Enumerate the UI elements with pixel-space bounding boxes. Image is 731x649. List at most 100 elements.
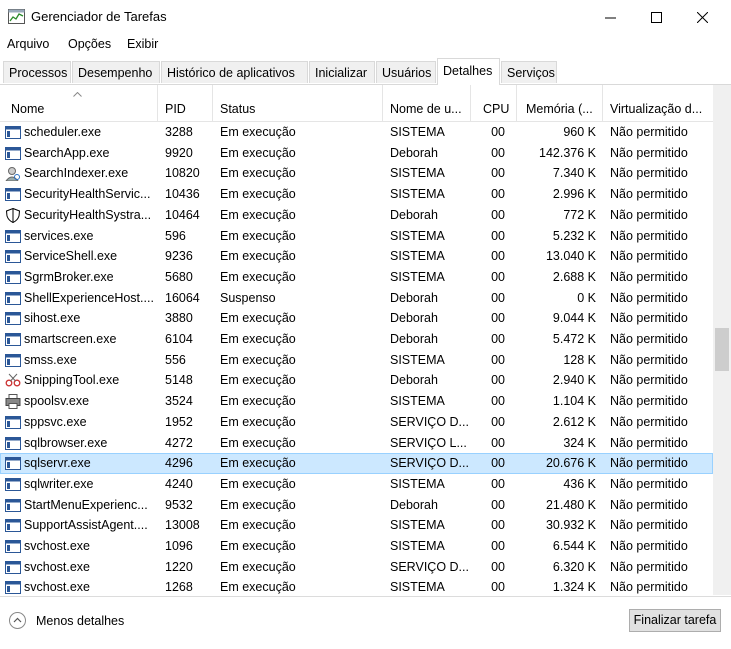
process-name: smss.exe <box>24 352 77 367</box>
process-pid: 1268 <box>165 580 193 595</box>
app-window-icon <box>5 270 21 285</box>
tab-usuarios[interactable]: Usuários <box>376 61 436 83</box>
process-memory: 128 K <box>563 352 596 367</box>
table-row[interactable]: SnippingTool.exe 5148 Em execução Deborah 00… <box>0 370 713 391</box>
table-row[interactable]: ServiceShell.exe 9236 Em execução SISTEMA 00… <box>0 246 713 267</box>
process-memory: 9.044 K <box>552 311 596 326</box>
minimize-button[interactable] <box>587 0 633 34</box>
process-name: scheduler.exe <box>24 125 102 139</box>
process-memory: 6.320 K <box>552 559 596 574</box>
process-name: SupportAssistAgent.... <box>24 518 148 533</box>
table-row[interactable]: smss.exe 556 Em execução SISTEMA 00 128 K Não … <box>0 350 713 371</box>
tab-servicos[interactable]: Serviços <box>501 61 557 83</box>
column-header-cpu[interactable]: CPU <box>471 85 517 121</box>
process-name: SecurityHealthServic... <box>24 187 151 202</box>
table-row[interactable]: SearchIndexer.exe 10820 Em execução SISTEMA… <box>0 163 713 184</box>
process-cpu: 00 <box>491 290 505 305</box>
process-virtualization: Não permitido <box>610 497 688 512</box>
process-memory: 2.996 K <box>552 187 596 202</box>
process-name: services.exe <box>24 228 94 243</box>
process-virtualization: Não permitido <box>610 290 688 305</box>
process-memory: 5.472 K <box>552 332 596 346</box>
table-header: Nome PID Status Nome de u... CPU Memória… <box>0 85 713 122</box>
table-row[interactable]: smartscreen.exe 6104 Em execução Deborah 00 5… <box>0 329 713 350</box>
table-row[interactable]: SecurityHealthSystra... 10464 Em execução D… <box>0 205 713 226</box>
vertical-scrollbar[interactable] <box>713 85 731 595</box>
process-virtualization: Não permitido <box>610 518 688 533</box>
process-status: Em execução <box>220 518 296 533</box>
process-pid: 4240 <box>165 476 193 491</box>
table-row[interactable]: SearchApp.exe 9920 Em execução Deborah 00 142… <box>0 143 713 164</box>
process-status: Em execução <box>220 269 296 284</box>
process-name: svchost.exe <box>24 580 91 595</box>
tab-bar: Processos Desempenho Histórico de aplica… <box>0 58 731 85</box>
table-row[interactable]: sqlservr.exe 4296 Em execução SERVIÇO D... 0… <box>0 453 713 474</box>
process-name: smartscreen.exe <box>24 332 117 346</box>
process-cpu: 00 <box>491 373 505 388</box>
menu-arquivo[interactable]: Arquivo <box>7 37 49 51</box>
tab-processos[interactable]: Processos <box>3 61 71 83</box>
column-header-memory[interactable]: Memória (... <box>517 85 603 121</box>
process-pid: 10464 <box>165 207 200 222</box>
column-header-status[interactable]: Status <box>213 85 383 121</box>
process-user: SISTEMA <box>390 539 445 553</box>
process-pid: 9532 <box>165 497 193 512</box>
table-row[interactable]: SupportAssistAgent.... 13008 Em execução SI… <box>0 515 713 536</box>
less-details-link[interactable]: Menos detalhes <box>36 614 124 628</box>
maximize-button[interactable] <box>633 0 679 34</box>
process-status: Em execução <box>220 187 296 202</box>
app-window-icon <box>5 332 21 347</box>
column-header-name[interactable]: Nome <box>0 85 158 121</box>
menu-exibir[interactable]: Exibir <box>127 37 158 51</box>
end-task-button[interactable]: Finalizar tarefa <box>629 609 721 632</box>
process-status: Em execução <box>220 580 296 595</box>
process-virtualization: Não permitido <box>610 539 688 553</box>
table-row[interactable]: svchost.exe 1268 Em execução SISTEMA 00 1.324… <box>0 577 713 595</box>
process-virtualization: Não permitido <box>610 456 688 471</box>
table-row[interactable]: sqlbrowser.exe 4272 Em execução SERVIÇO L..… <box>0 433 713 454</box>
table-row[interactable]: svchost.exe 1220 Em execução SERVIÇO D... 00… <box>0 557 713 578</box>
process-pid: 3288 <box>165 125 193 139</box>
close-button[interactable] <box>679 0 725 34</box>
process-virtualization: Não permitido <box>610 373 688 388</box>
table-row[interactable]: spoolsv.exe 3524 Em execução SISTEMA 00 1.104… <box>0 391 713 412</box>
tab-inicializar[interactable]: Inicializar <box>309 61 375 83</box>
tab-historico[interactable]: Histórico de aplicativos <box>161 61 308 83</box>
process-name: SearchApp.exe <box>24 145 110 160</box>
process-cpu: 00 <box>491 332 505 346</box>
tab-desempenho[interactable]: Desempenho <box>72 61 160 83</box>
process-memory: 772 K <box>563 207 596 222</box>
process-cpu: 00 <box>491 249 505 264</box>
process-virtualization: Não permitido <box>610 580 688 595</box>
app-window-icon <box>5 560 21 575</box>
process-status: Em execução <box>220 207 296 222</box>
column-header-pid[interactable]: PID <box>158 85 213 121</box>
less-details-toggle[interactable] <box>9 612 26 629</box>
table-row[interactable]: sqlwriter.exe 4240 Em execução SISTEMA 00 436… <box>0 474 713 495</box>
process-virtualization: Não permitido <box>610 476 688 491</box>
table-row[interactable]: SecurityHealthServic... 10436 Em execução S… <box>0 184 713 205</box>
column-header-virtualization[interactable]: Virtualização d... <box>603 85 713 121</box>
process-status: Em execução <box>220 456 296 471</box>
tab-detalhes[interactable]: Detalhes <box>437 58 500 85</box>
process-status: Em execução <box>220 228 296 243</box>
app-window-icon <box>5 456 21 471</box>
scrollbar-thumb[interactable] <box>715 328 729 371</box>
process-pid: 5148 <box>165 373 193 388</box>
table-row[interactable]: ShellExperienceHost.... 16064 Suspenso Debo… <box>0 288 713 309</box>
table-row[interactable]: SgrmBroker.exe 5680 Em execução SISTEMA 00 2.… <box>0 267 713 288</box>
table-row[interactable]: svchost.exe 1096 Em execução SISTEMA 00 6.544… <box>0 536 713 557</box>
process-cpu: 00 <box>491 559 505 574</box>
process-status: Em execução <box>220 352 296 367</box>
table-row[interactable]: scheduler.exe 3288 Em execução SISTEMA 00 960… <box>0 122 713 143</box>
table-row[interactable]: services.exe 596 Em execução SISTEMA 00 5.232… <box>0 226 713 247</box>
table-row[interactable]: sppsvc.exe 1952 Em execução SERVIÇO D... 00 2… <box>0 412 713 433</box>
table-row[interactable]: StartMenuExperienc... 9532 Em execução Debo… <box>0 495 713 516</box>
menu-opcoes[interactable]: Opções <box>68 37 111 51</box>
column-header-user[interactable]: Nome de u... <box>383 85 471 121</box>
process-memory: 0 K <box>577 290 596 305</box>
process-pid: 6104 <box>165 332 193 346</box>
process-memory: 436 K <box>563 476 596 491</box>
process-virtualization: Não permitido <box>610 435 688 450</box>
table-row[interactable]: sihost.exe 3880 Em execução Deborah 00 9.044 … <box>0 308 713 329</box>
